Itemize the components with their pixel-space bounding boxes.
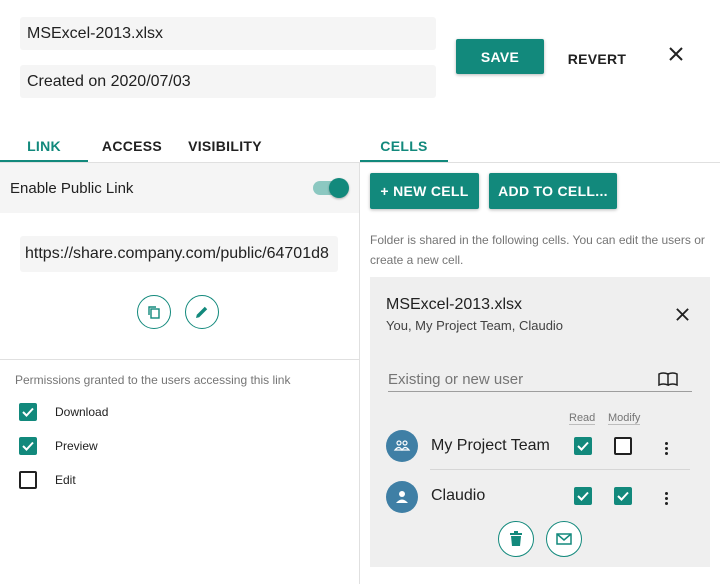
edit-checkbox[interactable] <box>19 471 37 489</box>
check-icon <box>577 491 589 501</box>
new-cell-label: + NEW CELL <box>380 183 469 199</box>
preview-checkbox[interactable] <box>19 437 37 455</box>
close-icon <box>675 307 689 321</box>
public-url-text: https://share.company.com/public/64701d8 <box>25 245 329 262</box>
tab-cells-label: CELLS <box>380 138 428 154</box>
save-button[interactable]: SAVE <box>456 39 544 74</box>
edit-link-button[interactable] <box>185 295 219 329</box>
user-search-field[interactable] <box>388 368 692 392</box>
member-name: My Project Team <box>431 437 550 454</box>
check-icon <box>22 441 34 451</box>
close-icon <box>669 47 683 61</box>
read-column-header: Read <box>569 412 596 425</box>
created-text: Created on 2020/07/03 <box>27 72 191 90</box>
filename-field[interactable]: MSExcel-2013.xlsx <box>20 17 436 50</box>
team-icon <box>393 440 411 452</box>
check-icon <box>617 491 629 501</box>
modify-column-header: Modify <box>608 412 641 425</box>
permissions-heading: Permissions granted to the users accessi… <box>15 373 291 387</box>
member-modify-checkbox[interactable] <box>614 437 632 455</box>
tab-link[interactable]: LINK <box>0 131 88 161</box>
preview-label: Preview <box>55 439 98 453</box>
copy-icon <box>148 306 160 319</box>
created-field: Created on 2020/07/03 <box>20 65 436 98</box>
tab-access-label: ACCESS <box>101 138 163 154</box>
filename-text: MSExcel-2013.xlsx <box>27 24 164 42</box>
download-label: Download <box>55 405 109 419</box>
avatar <box>386 481 418 513</box>
revert-button[interactable]: REVERT <box>562 41 632 76</box>
cell-title: MSExcel-2013.xlsx <box>386 296 523 313</box>
public-link-toggle[interactable] <box>313 178 349 198</box>
add-to-cell-label: ADD TO CELL... <box>498 183 608 199</box>
tab-visibility-label: VISIBILITY <box>188 138 262 154</box>
download-checkbox[interactable] <box>19 403 37 421</box>
enable-public-link-row: Enable Public Link <box>0 163 359 213</box>
add-to-cell-button[interactable]: ADD TO CELL... <box>489 173 617 209</box>
revert-label: REVERT <box>567 50 627 67</box>
tab-cells[interactable]: CELLS <box>360 131 448 161</box>
member-more-menu[interactable] <box>660 438 672 458</box>
avatar <box>386 430 418 462</box>
save-label: SAVE <box>480 48 520 65</box>
member-name: Claudio <box>431 487 486 504</box>
tab-link-label: LINK <box>27 138 61 154</box>
close-cell-button[interactable] <box>668 300 696 328</box>
toggle-knob <box>329 178 349 198</box>
tab-access[interactable]: ACCESS <box>90 131 174 161</box>
copy-link-button[interactable] <box>137 295 171 329</box>
link-section-divider <box>0 359 359 360</box>
email-cell-button[interactable] <box>546 521 582 557</box>
edit-label: Edit <box>55 473 76 487</box>
pencil-icon <box>196 306 208 318</box>
member-read-checkbox[interactable] <box>574 487 592 505</box>
delete-cell-button[interactable] <box>498 521 534 557</box>
member-more-menu[interactable] <box>660 488 672 508</box>
person-icon <box>396 491 408 503</box>
public-url-field[interactable]: https://share.company.com/public/64701d8 <box>20 236 338 272</box>
cell-subtitle: You, My Project Team, Claudio <box>386 318 564 333</box>
member-read-checkbox[interactable] <box>574 437 592 455</box>
new-cell-button[interactable]: + NEW CELL <box>370 173 479 209</box>
enable-public-link-label: Enable Public Link <box>10 179 134 197</box>
check-icon <box>577 441 589 451</box>
cells-info-text: Folder is shared in the following cells.… <box>370 233 705 267</box>
trash-icon <box>510 531 522 546</box>
tab-visibility[interactable]: VISIBILITY <box>178 131 272 161</box>
user-search-input[interactable] <box>388 371 648 388</box>
column-divider <box>359 162 360 584</box>
check-icon <box>22 407 34 417</box>
member-divider <box>430 469 690 470</box>
book-icon[interactable] <box>658 372 678 386</box>
member-modify-checkbox[interactable] <box>614 487 632 505</box>
close-button[interactable] <box>662 40 690 68</box>
mail-icon <box>556 533 572 545</box>
